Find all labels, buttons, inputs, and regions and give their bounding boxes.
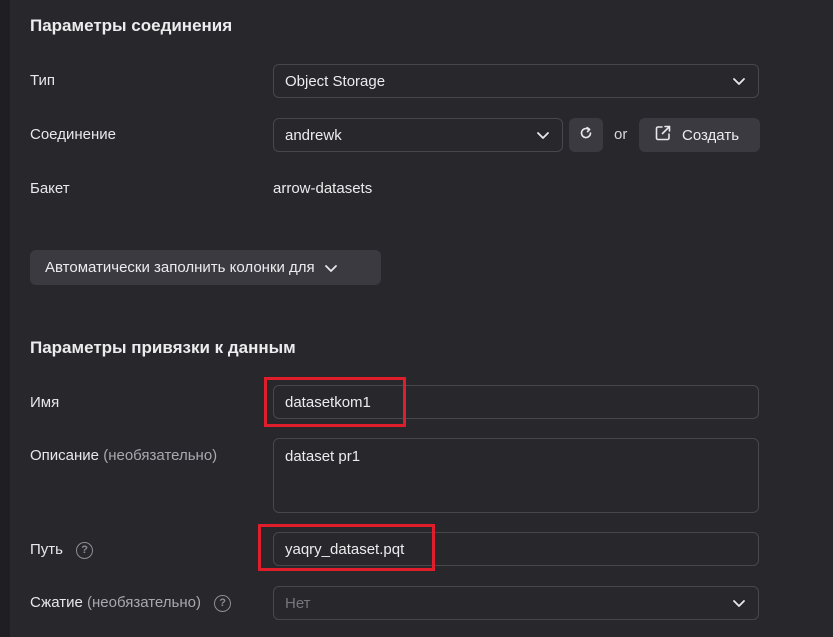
chevron-down-icon (731, 595, 747, 611)
description-textarea[interactable]: dataset pr1 (273, 438, 759, 513)
description-optional-text: (необязательно) (103, 447, 218, 464)
type-select-value: Object Storage (285, 72, 386, 90)
help-icon[interactable]: ? (76, 541, 94, 559)
compression-select-placeholder: Нет (285, 594, 311, 612)
type-select[interactable]: Object Storage (273, 64, 759, 98)
compression-label: Сжатие (необязательно) ? (30, 594, 232, 612)
compression-optional-text: (необязательно) (86, 594, 201, 611)
path-highlight-box (258, 524, 435, 571)
create-button-label: Создать (682, 126, 740, 144)
left-border (0, 0, 10, 637)
refresh-connections-button[interactable] (569, 118, 603, 152)
autofill-button-label: Автоматически заполнить колонки для (45, 259, 315, 276)
path-label-text: Путь (30, 541, 63, 558)
chevron-down-icon (535, 127, 551, 143)
chevron-down-icon (731, 73, 747, 89)
autofill-columns-button[interactable]: Автоматически заполнить колонки для (30, 250, 381, 285)
compression-select[interactable]: Нет (273, 586, 759, 620)
description-label-text: Описание (30, 447, 100, 464)
binding-section-title: Параметры привязки к данным (30, 338, 296, 357)
description-label: Описание (необязательно) (30, 447, 217, 464)
help-icon[interactable]: ? (214, 594, 232, 612)
chevron-down-icon (323, 260, 339, 276)
name-label: Имя (30, 394, 60, 411)
bucket-value: arrow-datasets (273, 180, 373, 197)
compression-label-text: Сжатие (30, 594, 83, 611)
connection-select-value: andrewk (285, 126, 342, 144)
or-text: or (614, 126, 628, 143)
external-link-icon (654, 124, 672, 146)
connection-label: Соединение (30, 126, 116, 143)
create-connection-button[interactable]: Создать (639, 118, 760, 152)
path-label: Путь ? (30, 541, 94, 559)
connection-select[interactable]: andrewk (273, 118, 563, 152)
refresh-icon (578, 125, 594, 146)
name-highlight-box (264, 377, 406, 427)
connection-section-title: Параметры соединения (30, 16, 233, 35)
bucket-label: Бакет (30, 180, 70, 197)
description-value: dataset pr1 (285, 448, 361, 465)
type-label: Тип (30, 72, 56, 89)
